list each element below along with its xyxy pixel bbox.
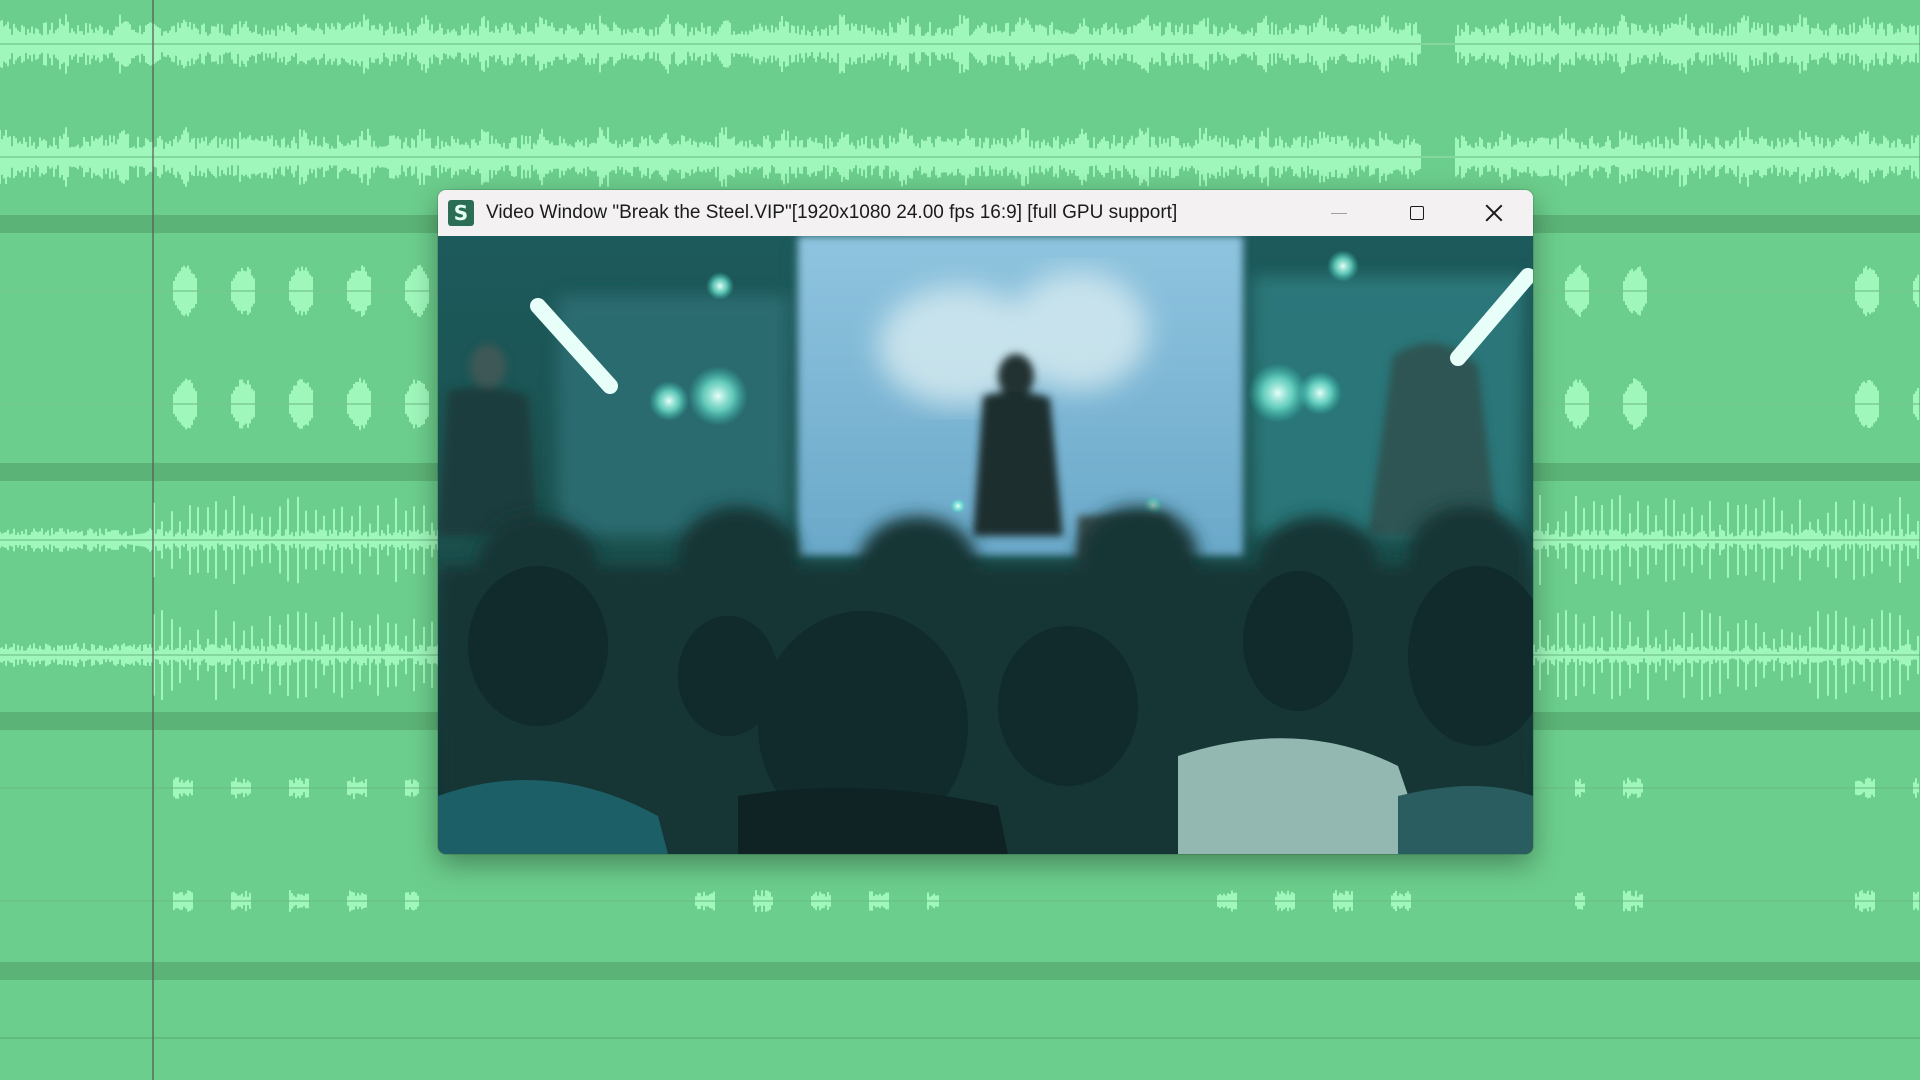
sound-forge-app-icon: S <box>448 200 474 226</box>
concert-video-image <box>438 236 1533 854</box>
video-preview-window[interactable]: S Video Window "Break the Steel.VIP"[192… <box>438 190 1533 854</box>
close-button[interactable] <box>1455 190 1533 236</box>
window-title: Video Window "Break the Steel.VIP"[1920x… <box>486 202 1178 223</box>
minimize-button[interactable] <box>1300 190 1378 236</box>
title-bar[interactable]: S Video Window "Break the Steel.VIP"[192… <box>438 190 1533 236</box>
track-divider <box>0 962 1920 980</box>
minimize-icon <box>1331 212 1347 214</box>
maximize-button[interactable] <box>1378 190 1456 236</box>
close-icon <box>1485 204 1503 222</box>
video-frame <box>438 236 1533 854</box>
maximize-icon <box>1410 206 1424 220</box>
